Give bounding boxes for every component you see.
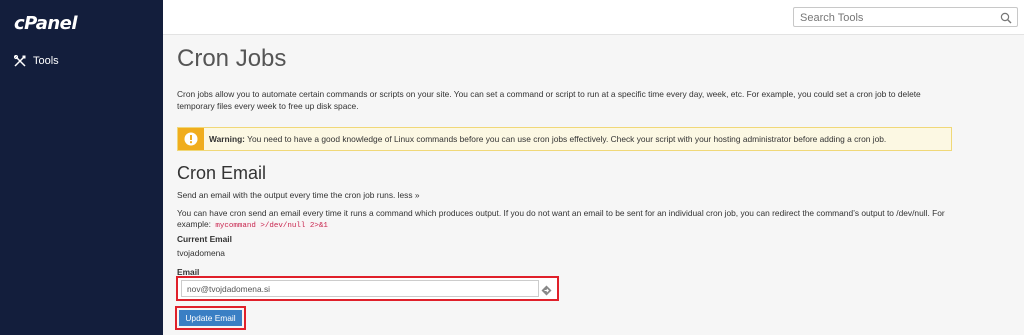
warning-message: You need to have a good knowledge of Lin…	[247, 134, 887, 144]
warning-alert: Warning: You need to have a good knowled…	[177, 127, 952, 151]
sidebar-item-label: Tools	[33, 55, 59, 67]
example-code: mycommand >/dev/null 2>&1	[213, 222, 330, 230]
search-icon[interactable]	[1000, 11, 1012, 29]
send-email-text[interactable]: Send an email with the output every time…	[177, 190, 420, 200]
section-title-cron-email: Cron Email	[177, 163, 267, 183]
current-email-value: tvojadomena	[177, 248, 225, 258]
search-input[interactable]	[794, 9, 996, 27]
warning-text: Warning: You need to have a good knowled…	[209, 134, 886, 144]
email-field-highlight	[176, 276, 559, 301]
sidebar-item-tools[interactable]: Tools	[14, 55, 59, 67]
warning-icon-box	[178, 128, 204, 150]
update-button-highlight: Update Email	[175, 306, 246, 330]
search-box[interactable]	[793, 7, 1018, 27]
exclamation-circle-icon	[184, 132, 198, 151]
warning-label: Warning:	[209, 134, 245, 144]
email-field[interactable]	[181, 280, 539, 297]
tools-icon	[14, 55, 26, 67]
sidebar: cPanel Tools	[0, 0, 163, 335]
page-title: Cron Jobs	[177, 45, 287, 72]
top-bar	[163, 0, 1024, 35]
update-email-button[interactable]: Update Email	[179, 310, 242, 326]
cpanel-app: cPanel Tools Cron Jobs	[0, 0, 1024, 335]
main-content: Cron Jobs Cron jobs allow you to automat…	[163, 35, 1024, 335]
cpanel-logo[interactable]: cPanel	[14, 13, 78, 34]
intro-text: Cron jobs allow you to automate certain …	[177, 89, 921, 111]
autofill-icon[interactable]	[541, 283, 552, 301]
cron-email-description: You can have cron send an email every ti…	[177, 208, 957, 232]
current-email-label: Current Email	[177, 234, 232, 244]
